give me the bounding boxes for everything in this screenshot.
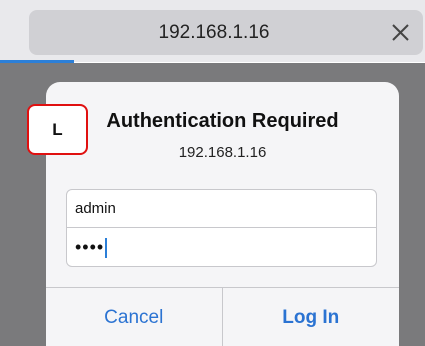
close-icon[interactable] (392, 24, 409, 41)
dialog-title: Authentication Required (106, 110, 339, 132)
dialog-button-row: Cancel Log In (46, 287, 399, 346)
cancel-button[interactable]: Cancel (46, 288, 223, 346)
url-text: 192.168.1.16 (158, 22, 270, 43)
login-button[interactable]: Log In (223, 288, 400, 346)
dialog-subtitle: 192.168.1.16 (178, 144, 267, 161)
credentials-group: •••• (66, 189, 377, 267)
annotation-label-l: L (27, 104, 88, 155)
url-field[interactable]: 192.168.1.16 (29, 10, 423, 55)
username-field[interactable] (67, 190, 376, 228)
password-mask: •••• (75, 237, 105, 257)
authentication-dialog: Authentication Required 192.168.1.16 •••… (46, 82, 399, 346)
password-field[interactable]: •••• (67, 228, 376, 267)
browser-address-bar: 192.168.1.16 (0, 0, 425, 63)
text-caret (105, 238, 108, 259)
